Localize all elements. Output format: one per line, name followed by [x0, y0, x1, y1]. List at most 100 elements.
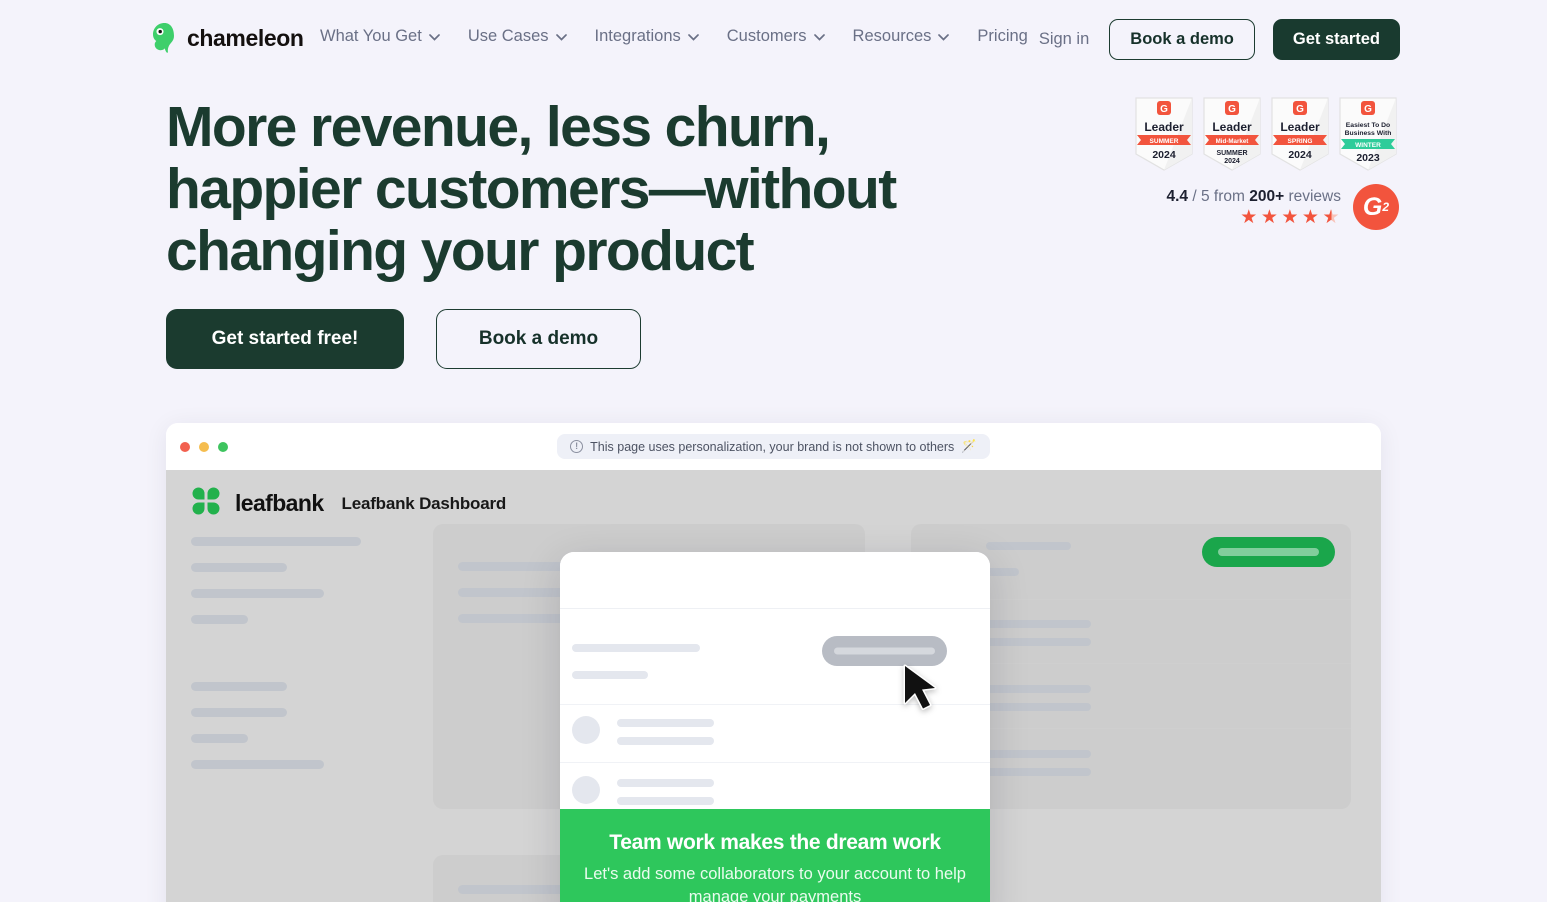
- skeleton-line: [572, 644, 700, 652]
- nav-label: Pricing: [977, 27, 1028, 45]
- skeleton-line: [191, 615, 248, 624]
- chevron-down-icon: [938, 27, 950, 46]
- skeleton-line: [986, 685, 1091, 693]
- star-icon: ★: [1260, 206, 1280, 228]
- skeleton-line: [191, 589, 324, 598]
- nav-label: Customers: [726, 27, 807, 45]
- chevron-down-icon: [813, 27, 825, 46]
- svg-text:G: G: [1296, 104, 1304, 115]
- magic-wand-icon: 🪄: [961, 439, 977, 453]
- g2-badge: G Easiest To Do Business With WINTER 202…: [1337, 96, 1399, 172]
- g2-rating-row: 4.4 / 5 from 200+ reviews ★ ★ ★ ★ ★ G2: [1099, 184, 1399, 230]
- g2-score: 4.4: [1166, 187, 1189, 205]
- skeleton-line: [617, 779, 714, 787]
- skeleton-line: [617, 719, 714, 727]
- tour-tooltip-body: Let's add some collaborators to your acc…: [584, 865, 966, 902]
- skeleton-line: [617, 737, 714, 745]
- skeleton-line: [986, 768, 1091, 776]
- nav-item-pricing[interactable]: Pricing: [977, 27, 1027, 46]
- dashboard-canvas: leafbank Leafbank Dashboard Team work ma…: [166, 470, 1381, 902]
- half-star-icon: ★: [1322, 206, 1341, 228]
- chevron-down-icon: [428, 27, 440, 46]
- skeleton-line: [986, 703, 1091, 711]
- g2-rating-line: 4.4 / 5 from 200+ reviews: [1166, 188, 1341, 206]
- sign-in-link[interactable]: Sign in: [1039, 30, 1091, 49]
- svg-text:2024: 2024: [1288, 149, 1312, 161]
- brand-name: chameleon: [187, 24, 304, 51]
- skeleton-line: [191, 734, 248, 743]
- button-label-placeholder: [1218, 548, 1319, 556]
- dashboard-title: Leafbank Dashboard: [341, 493, 507, 513]
- get-started-button[interactable]: Get started: [1272, 19, 1400, 60]
- svg-text:Business With: Business With: [1345, 130, 1392, 137]
- close-window-dot[interactable]: [180, 441, 190, 452]
- svg-text:2024: 2024: [1152, 149, 1176, 161]
- get-started-free-button[interactable]: Get started free!: [166, 309, 404, 369]
- g2-reviews-word: reviews: [1288, 187, 1341, 205]
- svg-text:SPRING: SPRING: [1288, 138, 1313, 145]
- g2-logo-icon: G2: [1353, 184, 1399, 230]
- skeleton-line: [191, 563, 287, 572]
- svg-text:2024: 2024: [1224, 158, 1240, 165]
- skeleton-line: [617, 797, 714, 805]
- avatar: [572, 716, 600, 744]
- mouse-cursor-icon: [901, 664, 943, 716]
- nav-item-integrations[interactable]: Integrations: [595, 27, 699, 46]
- tour-tooltip-title: Team work makes the dream work: [609, 831, 941, 854]
- avatar: [572, 776, 600, 804]
- nav-item-customers[interactable]: Customers: [727, 27, 825, 46]
- g2-star-rating: ★ ★ ★ ★ ★: [1166, 208, 1341, 227]
- g2-badge-list: G Leader SUMMER 2024 G Leader Mid-Market…: [1099, 96, 1399, 172]
- svg-text:Easiest To Do: Easiest To Do: [1346, 122, 1390, 129]
- modal-header: [560, 552, 990, 608]
- svg-text:WINTER: WINTER: [1355, 142, 1381, 149]
- skeleton-line: [986, 638, 1091, 646]
- svg-text:Leader: Leader: [1280, 120, 1320, 134]
- star-icon: ★: [1301, 206, 1321, 228]
- personalization-notice: ! This page uses personalization, your b…: [557, 434, 990, 459]
- chameleon-logo-icon: [150, 22, 178, 54]
- g2-review-count: 200+: [1249, 187, 1285, 205]
- nav-links: What You Get Use Cases Integrations Cust…: [320, 27, 1028, 46]
- info-icon: !: [570, 440, 584, 453]
- tour-tooltip: Team work makes the dream work Let's add…: [560, 809, 990, 902]
- modal-action-button[interactable]: [822, 636, 947, 666]
- maximize-window-dot[interactable]: [218, 441, 228, 452]
- nav-item-use-cases[interactable]: Use Cases: [468, 27, 567, 46]
- nav-item-resources[interactable]: Resources: [853, 27, 950, 46]
- svg-text:Mid-Market: Mid-Market: [1216, 138, 1249, 145]
- brand-logo-link[interactable]: chameleon: [150, 22, 304, 54]
- svg-text:2023: 2023: [1356, 152, 1380, 164]
- star-icon: ★: [1281, 206, 1300, 228]
- hero-book-a-demo-button[interactable]: Book a demo: [436, 309, 641, 369]
- svg-text:G: G: [1364, 104, 1372, 115]
- skeleton-line: [572, 671, 648, 679]
- dashboard-primary-action-button[interactable]: [1202, 537, 1335, 567]
- skeleton-line: [191, 760, 324, 769]
- g2-rating-text: 4.4 / 5 from 200+ reviews ★ ★ ★ ★ ★: [1166, 188, 1341, 227]
- hero-cta-group: Get started free! Book a demo: [166, 309, 641, 369]
- g2-badge: G Leader SPRING 2024: [1269, 96, 1331, 172]
- top-navigation-bar: chameleon What You Get Use Cases Integra…: [0, 0, 1547, 78]
- leafbank-clover-icon: [191, 486, 221, 521]
- svg-text:G: G: [1228, 104, 1236, 115]
- minimize-window-dot[interactable]: [199, 441, 209, 452]
- nav-label: Integrations: [594, 27, 681, 45]
- skeleton-line: [191, 682, 287, 691]
- skeleton-line: [986, 750, 1091, 758]
- svg-text:SUMMER: SUMMER: [1216, 150, 1247, 157]
- g2-badge: G Leader SUMMER 2024: [1133, 96, 1195, 172]
- nav-label: What You Get: [320, 27, 422, 45]
- g2-social-proof: G Leader SUMMER 2024 G Leader Mid-Market…: [1099, 96, 1399, 230]
- svg-text:G: G: [1160, 104, 1168, 115]
- in-app-tour-modal: Team work makes the dream work Let's add…: [560, 552, 990, 902]
- g2-badge: G Leader Mid-Market SUMMER 2024: [1201, 96, 1263, 172]
- skeleton-line: [986, 542, 1071, 550]
- button-label-placeholder: [834, 647, 935, 655]
- book-a-demo-button[interactable]: Book a demo: [1109, 19, 1255, 60]
- skeleton-line: [191, 537, 361, 546]
- nav-item-what-you-get[interactable]: What You Get: [320, 27, 440, 46]
- svg-text:Leader: Leader: [1212, 120, 1252, 134]
- chevron-down-icon: [687, 27, 699, 46]
- star-icon: ★: [1240, 206, 1259, 228]
